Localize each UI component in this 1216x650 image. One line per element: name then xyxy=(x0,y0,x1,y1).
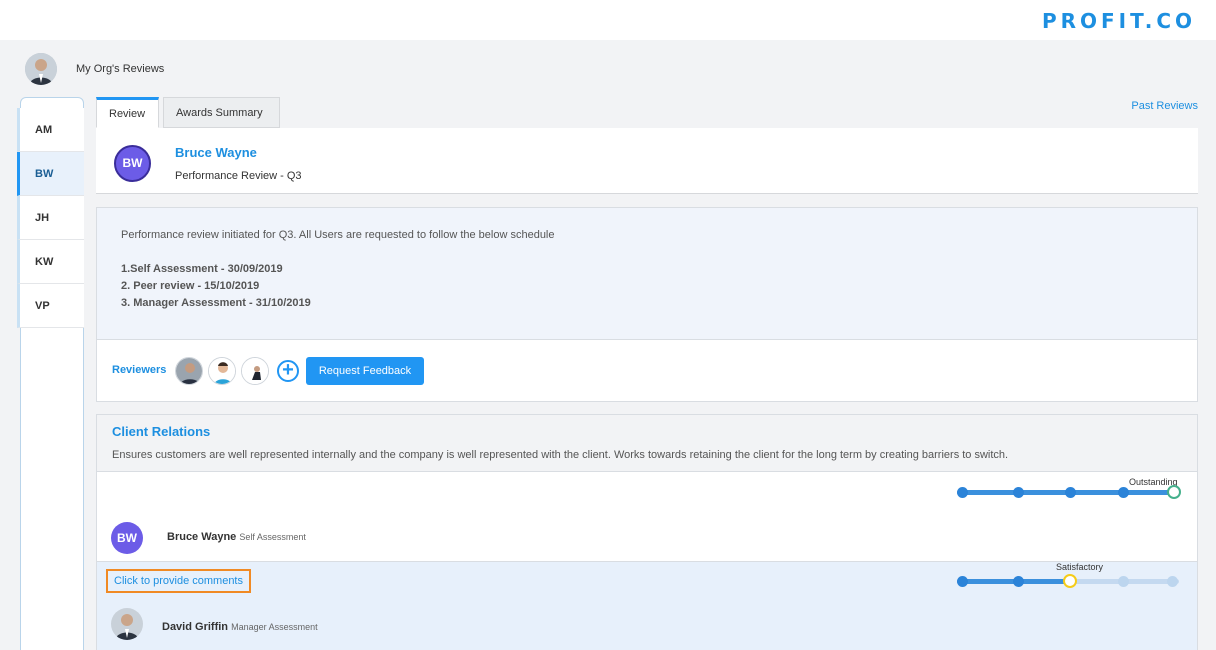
reviewer-avatar xyxy=(111,608,143,640)
review-subtitle: Performance Review - Q3 xyxy=(175,170,302,182)
rating-dot[interactable] xyxy=(1118,487,1129,498)
reviewer-name: Bruce Wayne Self Assessment xyxy=(167,531,306,543)
reviewer-role: Manager Assessment xyxy=(231,622,318,632)
reviewers-label: Reviewers xyxy=(112,364,167,376)
request-feedback-button[interactable]: Request Feedback xyxy=(306,357,424,385)
rating-dot[interactable] xyxy=(1065,487,1076,498)
user-avatar[interactable] xyxy=(25,53,57,85)
user-sidebar: AM BW JH KW VP xyxy=(17,97,84,650)
reviewer-avatar[interactable] xyxy=(175,357,203,385)
sidebar-item-am[interactable]: AM xyxy=(17,108,84,152)
schedule-line: 3. Manager Assessment - 31/10/2019 xyxy=(121,297,311,309)
schedule-line: 1.Self Assessment - 30/09/2019 xyxy=(121,263,283,275)
rating-dot[interactable] xyxy=(1118,576,1129,587)
rating-scale[interactable] xyxy=(957,485,1181,499)
competency-description: Ensures customers are well represented i… xyxy=(112,449,1009,461)
schedule-intro: Performance review initiated for Q3. All… xyxy=(121,229,555,241)
org-reviews-title: My Org's Reviews xyxy=(76,63,165,75)
person-name[interactable]: Bruce Wayne xyxy=(175,145,257,160)
tab-awards-summary[interactable]: Awards Summary xyxy=(163,97,280,128)
reviewer-role: Self Assessment xyxy=(239,532,306,542)
reviewers-panel: Reviewers + Request Feedback xyxy=(96,339,1198,402)
person-avatar: BW xyxy=(114,145,151,182)
brand-logo[interactable]: PROFIT.CO xyxy=(1042,9,1196,33)
tab-review[interactable]: Review xyxy=(96,97,159,128)
top-bar: PROFIT.CO xyxy=(0,0,1216,40)
schedule-panel: Performance review initiated for Q3. All… xyxy=(96,207,1198,340)
reviewer-name-text: Bruce Wayne xyxy=(167,531,237,543)
schedule-line: 2. Peer review - 15/10/2019 xyxy=(121,280,260,292)
reviewer-name: David Griffin Manager Assessment xyxy=(162,621,318,633)
rating-dot[interactable] xyxy=(1013,576,1024,587)
reviewer-avatar[interactable] xyxy=(208,357,236,385)
rating-dot[interactable] xyxy=(1013,487,1024,498)
rating-scale[interactable] xyxy=(957,574,1179,588)
org-header: My Org's Reviews xyxy=(0,40,1216,98)
add-reviewer-icon[interactable]: + xyxy=(277,360,299,382)
reviewer-avatar: BW xyxy=(111,522,143,554)
rating-dot[interactable] xyxy=(1167,576,1178,587)
manager-assessment-row: Click to provide comments Satisfactory D… xyxy=(97,561,1197,650)
sidebar-item-kw[interactable]: KW xyxy=(17,240,84,284)
rating-label: Satisfactory xyxy=(1056,562,1104,572)
past-reviews-link[interactable]: Past Reviews xyxy=(1131,100,1198,112)
self-assessment-row: Outstanding BW Bruce Wayne Self Assessme… xyxy=(97,472,1197,562)
rating-dot-selected[interactable] xyxy=(1167,485,1181,499)
competency-header: Client Relations Ensures customers are w… xyxy=(97,415,1197,472)
rating-dot-selected[interactable] xyxy=(1063,574,1077,588)
reviewer-name-text: David Griffin xyxy=(162,621,229,633)
competency-title: Client Relations xyxy=(112,424,211,439)
rating-dot[interactable] xyxy=(957,576,968,587)
competency-card: Client Relations Ensures customers are w… xyxy=(96,414,1198,650)
provide-comments-link[interactable]: Click to provide comments xyxy=(106,569,251,593)
sidebar-item-bw[interactable]: BW xyxy=(17,152,84,196)
rating-dot[interactable] xyxy=(957,487,968,498)
reviewer-avatar[interactable] xyxy=(241,357,269,385)
sidebar-item-vp[interactable]: VP xyxy=(17,284,84,328)
sidebar-item-jh[interactable]: JH xyxy=(17,196,84,240)
review-header: BW Bruce Wayne Performance Review - Q3 xyxy=(96,128,1198,194)
